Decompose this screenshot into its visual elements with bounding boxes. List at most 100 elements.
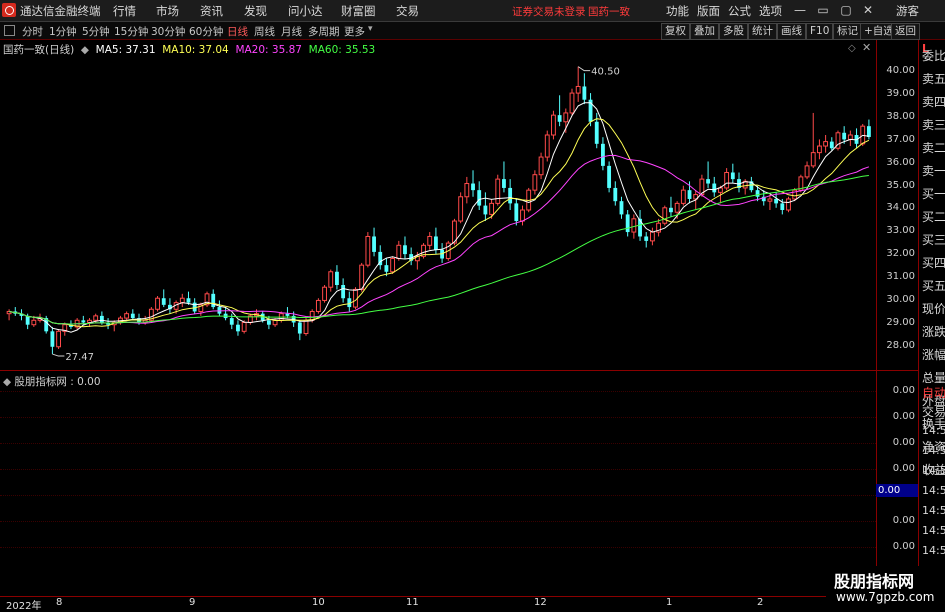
candle-body[interactable] [817,145,822,154]
candle-body[interactable] [50,331,55,347]
btn-f10[interactable]: F10 [806,23,834,40]
close-panel-icon[interactable]: ✕ [862,41,871,54]
candle-body[interactable] [669,207,673,213]
candle-body[interactable] [730,172,735,180]
candle-body[interactable] [99,315,104,323]
period-5min[interactable]: 5分钟 [82,24,110,39]
candle-body[interactable] [780,203,785,210]
menu-jiaoyi[interactable]: 交易 [396,3,419,19]
candle-body[interactable] [483,205,488,215]
candle-body[interactable] [575,85,581,94]
candle-body[interactable] [130,313,135,319]
candle-body[interactable] [471,183,475,191]
candle-body[interactable] [365,235,371,266]
candle-body[interactable] [625,214,630,233]
menu-shichang[interactable]: 市场 [156,3,179,19]
candle-body[interactable] [842,132,847,140]
candle-body[interactable] [477,190,482,206]
candle-body[interactable] [179,297,185,304]
menu-gongshi[interactable]: 公式 [728,3,751,19]
btn-biaoji[interactable]: 标记 [833,23,862,40]
period-15min[interactable]: 15分钟 [114,24,148,39]
period-60min[interactable]: 60分钟 [189,24,223,39]
candle-body[interactable] [649,231,655,242]
candle-body[interactable] [582,86,587,100]
menu-wenxiaoda[interactable]: 问小达 [288,3,323,19]
diamond-icon[interactable]: ◇ [848,43,856,54]
candle-body[interactable] [712,183,717,193]
candle-body[interactable] [322,286,327,301]
candle-body[interactable] [724,172,730,189]
candle-body[interactable] [359,264,365,290]
candle-body[interactable] [829,141,834,149]
candle-body[interactable] [804,165,810,178]
candle-body[interactable] [495,178,501,204]
candle-body[interactable] [433,236,438,250]
trade-field-label[interactable]: 自动 [922,384,945,401]
candle-body[interactable] [458,196,464,222]
candle-body[interactable] [607,165,612,188]
candle-body[interactable] [520,209,525,222]
candle-body[interactable] [767,198,773,202]
chevron-down-icon[interactable]: ▾ [368,24,373,34]
candle-body[interactable] [613,187,618,202]
candle-body[interactable] [644,236,649,241]
candle-body[interactable] [328,271,334,288]
candle-body[interactable] [396,244,402,260]
candle-body[interactable] [341,285,346,299]
minimize-icon[interactable]: — [790,2,810,18]
candle-body[interactable] [718,187,723,193]
candle-body[interactable] [514,203,519,222]
candle-body[interactable] [680,189,686,204]
btn-duogu[interactable]: 多股 [719,23,748,40]
candle-body[interactable] [285,313,290,316]
candle-body[interactable] [551,114,556,136]
candle-body[interactable] [866,126,871,137]
menu-banmian[interactable]: 版面 [697,3,720,19]
menu-gongneng[interactable]: 功能 [666,3,689,19]
candle-body[interactable] [532,174,538,191]
candle-body[interactable] [786,198,791,211]
candle-body[interactable] [186,298,191,303]
candle-body[interactable] [303,319,309,335]
candle-body[interactable] [594,121,599,144]
candlestick-plot[interactable]: 40.50 27.47 [0,54,876,370]
collapse-icon[interactable] [4,25,15,36]
candle-body[interactable] [372,236,376,252]
candle-body[interactable] [236,324,240,332]
btn-fuquan[interactable]: 复权 [661,23,690,40]
btn-tongji[interactable]: 统计 [748,23,777,40]
candle-body[interactable] [427,235,433,246]
candle-body[interactable] [631,218,637,233]
candle-body[interactable] [81,320,86,323]
menu-caifuquan[interactable]: 财富圈 [341,3,376,19]
candle-body[interactable] [687,190,692,199]
candle-body[interactable] [155,297,160,310]
candle-body[interactable] [557,115,562,122]
candle-body[interactable] [229,318,234,325]
period-fenshi[interactable]: 分时 [22,24,43,39]
close-icon[interactable]: ✕ [858,2,878,18]
candle-body[interactable] [563,112,569,123]
candle-body[interactable] [241,322,247,332]
candle-body[interactable] [508,187,513,204]
candle-body[interactable] [544,134,550,158]
menu-xuanxiang[interactable]: 选项 [759,3,782,19]
login-notice[interactable]: 证券交易未登录 [512,4,586,19]
candle-body[interactable] [266,320,271,325]
candle-body[interactable] [638,218,642,237]
restore-icon[interactable]: ▢ [836,2,856,18]
period-1min[interactable]: 1分钟 [49,24,77,39]
candle-body[interactable] [93,315,99,321]
candle-body[interactable] [390,258,396,273]
candle-body[interactable] [297,322,302,334]
period-30min[interactable]: 30分钟 [151,24,185,39]
candle-body[interactable] [161,298,166,305]
candle-body[interactable] [464,183,470,198]
candle-body[interactable] [847,134,853,140]
candle-body[interactable] [315,299,321,312]
candle-body[interactable] [31,319,37,326]
indicator-settings-icon[interactable]: ◆ [3,376,14,388]
candle-body[interactable] [538,156,544,176]
kline-chart[interactable]: 国药一致(日线) ◆ MA5: 37.31 MA10: 37.04 MA20: … [0,40,876,370]
